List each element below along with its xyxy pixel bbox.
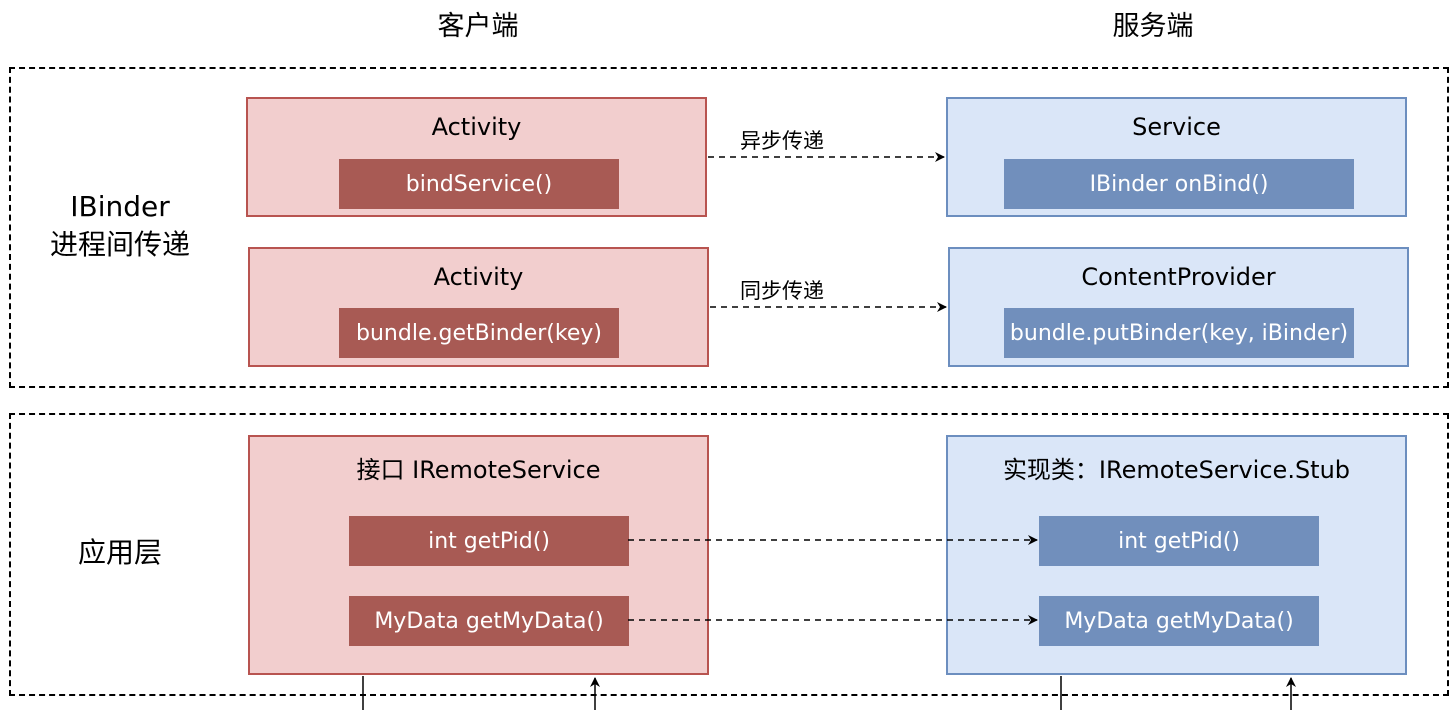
connector-layer	[362, 152, 1296, 710]
